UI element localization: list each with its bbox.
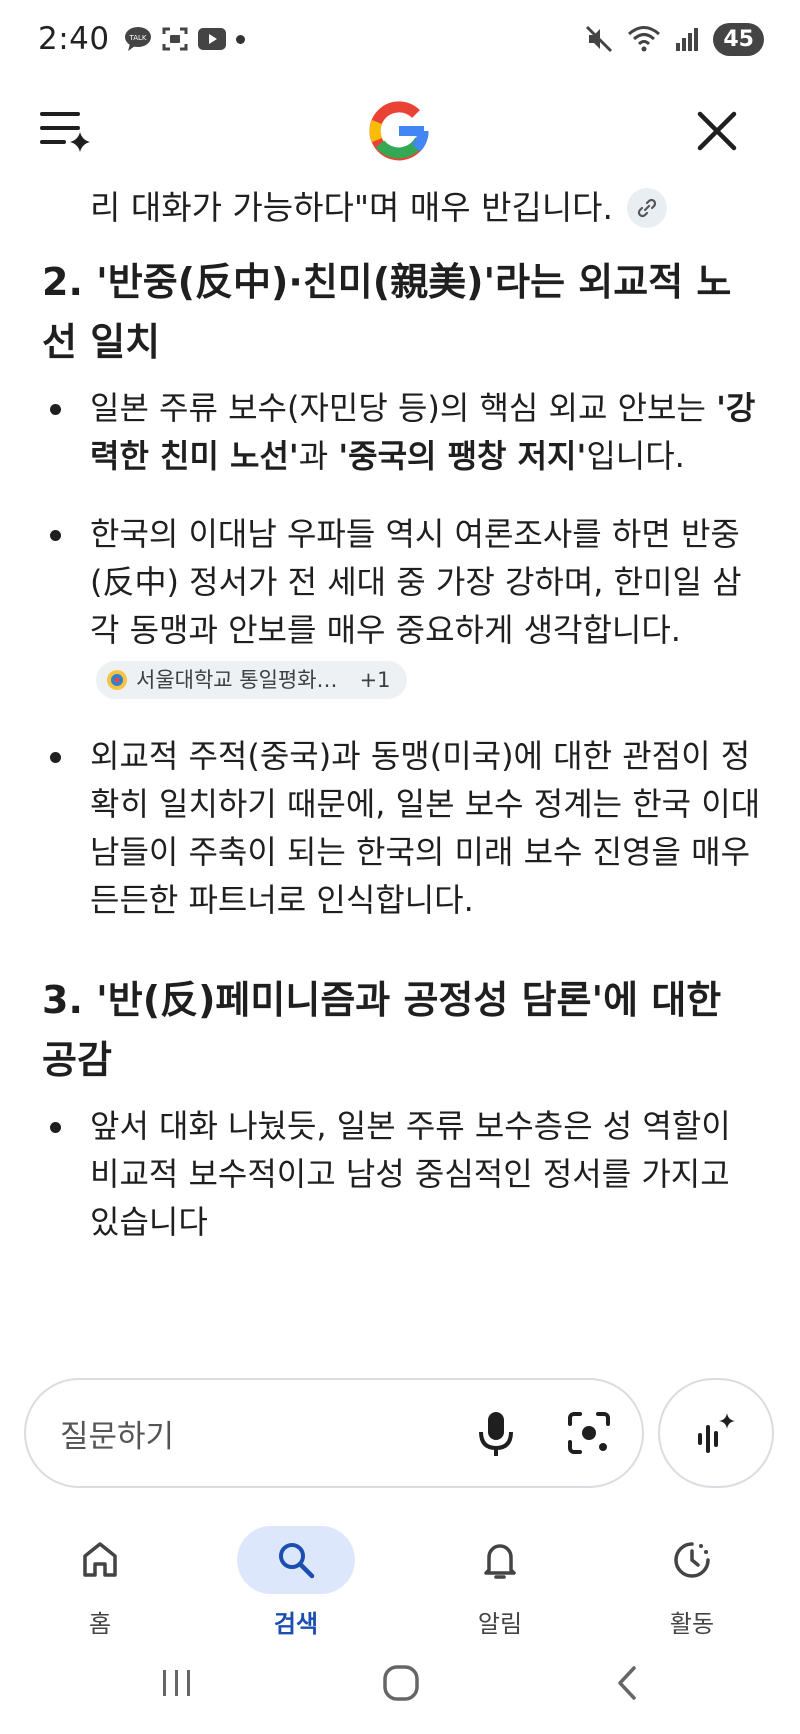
nav-search-icon-wrap — [237, 1526, 355, 1594]
back-icon[interactable] — [612, 1664, 642, 1702]
wifi-icon — [628, 26, 661, 52]
source-chip-count: +1 — [359, 668, 391, 692]
recent-apps-icon[interactable] — [160, 1666, 194, 1700]
bullet-text: 과 — [298, 437, 339, 475]
nav-home-label: 홈 — [88, 1610, 112, 1638]
status-time: 2:40 — [38, 21, 110, 57]
nav-notifications-icon-wrap — [441, 1526, 559, 1594]
mute-icon — [586, 25, 613, 53]
more-notifications-dot — [235, 34, 245, 44]
source-chip-label: 서울대학교 통일평화… — [136, 668, 338, 692]
bullet-bold-text: '중국의 팽창 저지' — [338, 437, 587, 475]
nav-search[interactable]: 검색 — [216, 1526, 376, 1639]
search-icon — [279, 1543, 315, 1579]
nav-notifications-label: 알림 — [477, 1610, 523, 1638]
bell-icon — [484, 1544, 516, 1579]
camera-lens-icon — [568, 1412, 610, 1454]
home-icon — [83, 1542, 117, 1577]
youtube-icon — [197, 28, 226, 50]
ask-input-bar[interactable]: 질문하기 — [24, 1378, 644, 1488]
section-title-3: 3. '반(反)페미니즘과 공정성 담론'에 대한 공감 — [42, 978, 722, 1082]
bottom-navigation: 홈 검색 알림 활동 — [0, 1512, 800, 1642]
live-waveform-sparkle-icon — [698, 1413, 735, 1453]
google-g-icon — [369, 101, 429, 161]
battery-indicator: 45 — [713, 22, 764, 56]
list-item: 한국의 이대남 우파들 역시 여론조사를 하면 반중(反中) 정서가 전 세대 … — [42, 510, 762, 702]
section-2-bullets: 일본 주류 보수(자민당 등)의 핵심 외교 안보는 '강력한 친미 노선'과 … — [42, 384, 762, 954]
status-right: 45 — [585, 22, 764, 56]
system-navigation-bar — [0, 1650, 800, 1734]
status-left: 2:40 TALK — [38, 21, 245, 57]
continued-text: 리 대화가 가능하다"며 매우 반깁니다. — [90, 188, 614, 227]
answer-content: 리 대화가 가능하다"며 매우 반깁니다. 2. '반중(反中)·친미(親美)'… — [0, 176, 800, 1336]
bullet-text: 한국의 이대남 우파들 역시 여론조사를 하면 반중(反中) 정서가 전 세대 … — [90, 515, 742, 649]
close-button[interactable] — [694, 108, 740, 154]
source-chip[interactable]: 서울대학교 통일평화… +1 — [96, 661, 407, 699]
snu-logo-icon — [107, 670, 127, 690]
nav-search-label: 검색 — [273, 1610, 319, 1638]
nav-home[interactable]: 홈 — [20, 1526, 180, 1639]
close-icon — [697, 111, 737, 151]
bullet-text: 외교적 주적(중국)과 동맹(미국)에 대한 관점이 정확히 일치하기 때문에,… — [90, 737, 761, 919]
microphone-icon — [479, 1412, 513, 1456]
nav-activity-label: 활동 — [669, 1610, 715, 1638]
section-3-bullets: 앞서 대화 나눴듯, 일본 주류 보수층은 성 역할이 비교적 보수적이고 남성… — [42, 1102, 762, 1276]
gemini-live-button[interactable] — [658, 1378, 774, 1488]
bullet-text: 일본 주류 보수(자민당 등)의 핵심 외교 안보는 — [90, 389, 717, 427]
google-logo — [366, 98, 432, 164]
list-item: 앞서 대화 나눴듯, 일본 주류 보수층은 성 역할이 비교적 보수적이고 남성… — [42, 1102, 762, 1246]
menu-button[interactable] — [40, 108, 92, 154]
nav-activity-icon-wrap — [633, 1526, 751, 1594]
menu-sparkle-icon — [40, 112, 90, 152]
list-item: 일본 주류 보수(자민당 등)의 핵심 외교 안보는 '강력한 친미 노선'과 … — [42, 384, 762, 480]
ask-input-placeholder[interactable]: 질문하기 — [60, 1411, 476, 1456]
voice-search-button[interactable] — [476, 1408, 516, 1458]
talk-icon: TALK — [124, 27, 151, 51]
top-app-bar — [0, 86, 800, 176]
citation-link-button[interactable] — [627, 188, 668, 228]
section-title-2: 2. '반중(反中)·친미(親美)'라는 외교적 노선 일치 — [42, 260, 732, 364]
bullet-text: 입니다. — [586, 437, 685, 475]
screenshot-icon — [162, 27, 188, 51]
lens-button[interactable] — [566, 1410, 612, 1456]
nav-activity[interactable]: 활동 — [612, 1526, 772, 1639]
bullet-text: 앞서 대화 나눴듯, 일본 주류 보수층은 성 역할이 비교적 보수적이고 남성… — [90, 1107, 731, 1241]
link-icon — [637, 198, 657, 218]
notification-icons: TALK — [124, 26, 245, 52]
home-circle-icon[interactable] — [382, 1664, 420, 1702]
svg-text:TALK: TALK — [128, 34, 146, 42]
list-item: 외교적 주적(중국)과 동맹(미국)에 대한 관점이 정확히 일치하기 때문에,… — [42, 732, 762, 924]
status-bar: 2:40 TALK 45 — [0, 0, 800, 78]
continued-paragraph: 리 대화가 가능하다"며 매우 반깁니다. — [90, 186, 668, 230]
activity-icon — [674, 1542, 710, 1578]
nav-notifications[interactable]: 알림 — [420, 1526, 580, 1639]
nav-home-icon-wrap — [41, 1526, 159, 1594]
signal-icon — [676, 28, 699, 51]
